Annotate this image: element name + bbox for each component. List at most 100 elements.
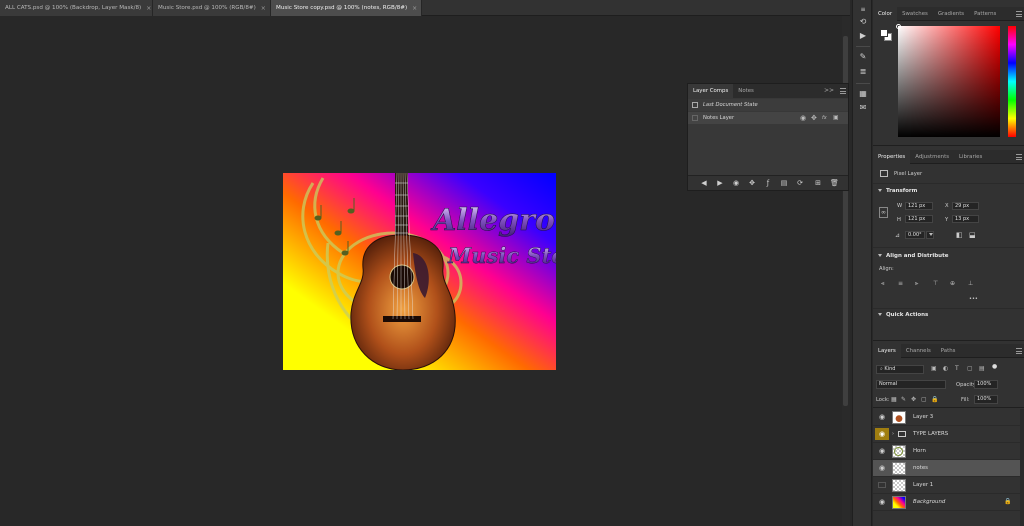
- previous-comp-icon[interactable]: ◀: [700, 179, 708, 187]
- visibility-eye-icon[interactable]: ◉: [878, 499, 886, 506]
- actions-icon[interactable]: ▶: [858, 31, 868, 41]
- document-tab-music-store-copy[interactable]: Music Store copy.psd @ 100% (notes, RGB/…: [271, 0, 422, 16]
- tab-color[interactable]: Color: [873, 6, 898, 21]
- layer-row-notes[interactable]: ◉ notes: [873, 460, 1020, 477]
- layer-row-layer-3[interactable]: ◉ Layer 3: [873, 409, 1020, 426]
- lock-transparent-icon[interactable]: ▦: [891, 396, 897, 403]
- visibility-eye-icon[interactable]: [878, 482, 886, 488]
- angle-dropdown[interactable]: [926, 231, 934, 239]
- blend-mode-dropdown[interactable]: Normal: [876, 380, 946, 389]
- layer-row-horn[interactable]: ◉ Horn: [873, 443, 1020, 460]
- filter-toggle-icon[interactable]: ●: [992, 363, 997, 370]
- quick-actions-section-title[interactable]: Quick Actions: [878, 312, 928, 318]
- tab-layers[interactable]: Layers: [873, 343, 901, 358]
- align-horizontal-centers-icon[interactable]: ≡: [898, 280, 903, 287]
- brush-settings-icon[interactable]: ✎: [858, 52, 868, 62]
- align-right-edges-icon[interactable]: ⫸: [915, 280, 918, 288]
- color-picker-field[interactable]: [898, 26, 1000, 137]
- more-options-icon[interactable]: •••: [969, 296, 978, 302]
- update-all-icon[interactable]: ⟳: [796, 179, 804, 187]
- close-icon[interactable]: ×: [146, 5, 151, 12]
- layer-row-type-layers[interactable]: ◉ › TYPE LAYERS: [873, 426, 1020, 443]
- layer-comp-last-state[interactable]: Last Document State: [688, 99, 848, 111]
- filter-shape-icon[interactable]: ▢: [967, 365, 973, 372]
- color-picker-cursor[interactable]: [896, 24, 901, 29]
- position-icon[interactable]: ✥: [811, 114, 817, 122]
- lock-all-icon[interactable]: 🔒: [931, 396, 938, 403]
- panel-menu-icon[interactable]: [840, 88, 846, 94]
- collapse-panel-icon[interactable]: >>: [824, 87, 834, 94]
- flip-horizontal-icon[interactable]: ◧: [956, 231, 963, 239]
- tab-gradients[interactable]: Gradients: [933, 7, 969, 21]
- visibility-eye-icon[interactable]: ◉: [878, 465, 886, 472]
- filter-adjustment-icon[interactable]: ◐: [943, 365, 948, 372]
- tab-patterns[interactable]: Patterns: [969, 7, 1001, 21]
- filter-smart-object-icon[interactable]: ▤: [979, 365, 985, 372]
- visibility-eye-icon[interactable]: ◉: [878, 414, 886, 421]
- tab-layer-comps[interactable]: Layer Comps: [688, 84, 734, 98]
- panel-menu-icon[interactable]: [1016, 348, 1022, 354]
- transform-section-title[interactable]: Transform: [878, 188, 917, 194]
- layer-filter-dropdown[interactable]: ⌕ Kind: [876, 365, 924, 374]
- layer-name[interactable]: Layer 1: [913, 482, 933, 488]
- angle-field[interactable]: 0.00°: [905, 231, 925, 239]
- flip-vertical-icon[interactable]: ⬓: [969, 231, 976, 239]
- adjust-icon[interactable]: ≣: [858, 67, 868, 77]
- layer-name[interactable]: Layer 3: [913, 414, 933, 420]
- layer-row-layer-1[interactable]: Layer 1: [873, 477, 1020, 494]
- align-section-title[interactable]: Align and Distribute: [878, 253, 948, 259]
- update-position-icon[interactable]: ✥: [748, 179, 756, 187]
- tab-swatches[interactable]: Swatches: [897, 7, 933, 21]
- filter-type-icon[interactable]: T: [955, 365, 959, 372]
- document-canvas-image[interactable]: Allegro Music Store: [283, 173, 556, 370]
- notes-icon[interactable]: ✉: [858, 103, 868, 113]
- align-top-edges-icon[interactable]: ⊤: [933, 280, 938, 287]
- layer-comps-icon[interactable]: ▦: [858, 89, 868, 99]
- link-dimensions-icon[interactable]: ∞: [879, 207, 888, 218]
- update-selected-icon[interactable]: ▤: [780, 179, 788, 187]
- filter-pixel-icon[interactable]: ▣: [931, 365, 937, 372]
- document-tab-all-cats[interactable]: ALL CATS.psd @ 100% (Backdrop, Layer Mas…: [0, 0, 153, 16]
- tab-adjustments[interactable]: Adjustments: [910, 150, 954, 164]
- fill-field[interactable]: 100%: [974, 395, 998, 404]
- layer-name[interactable]: TYPE LAYERS: [913, 431, 948, 437]
- lock-position-icon[interactable]: ✥: [911, 396, 916, 403]
- tab-notes[interactable]: Notes: [733, 84, 759, 98]
- close-icon[interactable]: ×: [261, 5, 266, 12]
- lock-image-icon[interactable]: ✎: [901, 396, 906, 403]
- layer-row-background[interactable]: ◉ Background 🔒: [873, 494, 1020, 511]
- collapse-strip-icon[interactable]: ≡: [858, 5, 868, 15]
- layer-name[interactable]: Background: [913, 499, 945, 505]
- panel-menu-icon[interactable]: [1016, 154, 1022, 160]
- document-tab-music-store[interactable]: Music Store.psd @ 100% (RGB/8#) ×: [153, 0, 271, 16]
- width-field[interactable]: 121 px: [905, 202, 933, 210]
- y-field[interactable]: 13 px: [952, 215, 979, 223]
- next-comp-icon[interactable]: ▶: [716, 179, 724, 187]
- expand-group-icon[interactable]: ›: [892, 431, 894, 437]
- new-comp-icon[interactable]: ⊞: [814, 179, 822, 187]
- comp-settings-icon[interactable]: ▣: [833, 114, 839, 121]
- update-appearance-icon[interactable]: ƒ: [764, 179, 772, 187]
- layer-name[interactable]: Horn: [913, 448, 926, 454]
- layer-comp-notes-layer[interactable]: Notes Layer ◉ ✥ fx ▣: [688, 112, 848, 124]
- tab-libraries[interactable]: Libraries: [954, 150, 987, 164]
- update-visibility-icon[interactable]: ◉: [732, 179, 740, 187]
- layers-panel-scrollbar[interactable]: [1020, 409, 1024, 526]
- visibility-eye-icon[interactable]: ◉: [878, 448, 886, 455]
- layer-name[interactable]: notes: [913, 465, 928, 471]
- visibility-icon[interactable]: ◉: [800, 114, 806, 122]
- lock-artboard-icon[interactable]: ▢: [921, 396, 927, 403]
- opacity-field[interactable]: 100%: [974, 380, 998, 389]
- tab-properties[interactable]: Properties: [873, 149, 911, 164]
- foreground-color-swatch[interactable]: [880, 29, 888, 37]
- align-bottom-edges-icon[interactable]: ⊥: [968, 280, 973, 287]
- height-field[interactable]: 121 px: [905, 215, 933, 223]
- fx-icon[interactable]: fx: [822, 115, 827, 121]
- panel-menu-icon[interactable]: [1016, 11, 1022, 17]
- history-icon[interactable]: ⟲: [858, 17, 868, 27]
- tab-channels[interactable]: Channels: [901, 344, 936, 358]
- align-left-edges-icon[interactable]: ⫷: [881, 280, 884, 288]
- delete-comp-icon[interactable]: 🗑: [830, 179, 839, 187]
- apply-comp-box[interactable]: [692, 115, 698, 121]
- hue-slider[interactable]: [1008, 26, 1016, 137]
